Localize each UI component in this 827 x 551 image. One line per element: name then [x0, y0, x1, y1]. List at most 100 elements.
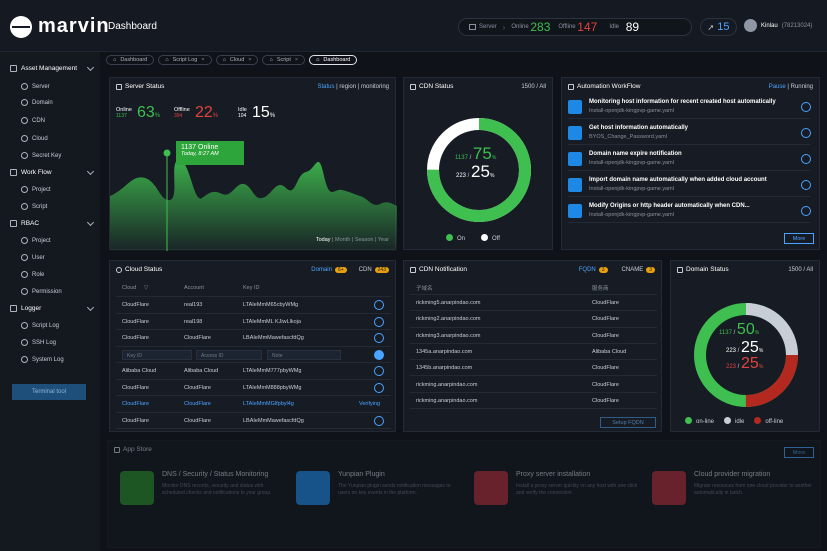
workflow-item[interactable]: Get host information automatically BYOS_C… [568, 123, 811, 145]
refresh-icon[interactable] [374, 415, 384, 426]
workflow-item[interactable]: Domain name expire notification Install-o… [568, 149, 811, 171]
sidebar-item-cloud[interactable]: Cloud [0, 130, 100, 147]
fqdn-filter[interactable]: FQDN [579, 267, 596, 273]
table-row[interactable]: CloudFlare real193 LTAIeMmM65cbyWMg [116, 297, 391, 314]
play-icon[interactable] [801, 180, 811, 190]
sidebar-item-rbac[interactable]: RBAC [0, 215, 100, 232]
provider-cell: Alibaba Cloud [592, 348, 627, 355]
terminal-tool-button[interactable]: Terminal tool [12, 384, 86, 400]
table-row[interactable]: CloudFlare CloudFlare LTAIeMmM888pbyWMg [116, 380, 391, 396]
refresh-icon[interactable] [374, 316, 384, 327]
workflow-item[interactable]: Import domain name automatically when ad… [568, 175, 811, 197]
user-menu[interactable]: Kinlau (78213024) [744, 19, 812, 32]
table-row[interactable]: Key ID Access ID Note [116, 347, 391, 363]
tab-cloud[interactable]: ⌂ Cloud × [215, 55, 259, 65]
cloud-status-panel: Cloud Status Domain 6+ CDN 243 Cloud ▽ Acco… [109, 260, 396, 432]
sidebar-item-permission[interactable]: Permission [0, 283, 100, 300]
sidebar-item-logger[interactable]: Logger [0, 300, 100, 317]
access-id-input[interactable]: Access ID [196, 349, 262, 360]
table-row[interactable]: 1345a.anarpindao.com Alibaba Cloud [410, 344, 657, 361]
close-icon[interactable]: × [295, 57, 298, 63]
table-row[interactable]: rickming.anarpindao.com CloudFlare [410, 393, 657, 410]
sidebar-item-script-log[interactable]: Script Log [0, 317, 100, 334]
table-row[interactable]: rickming2.anarpindao.com CloudFlare [410, 311, 657, 328]
running-link[interactable]: Running [791, 84, 813, 90]
play-icon[interactable] [801, 102, 811, 112]
table-row[interactable]: rickming5.anarpindao.com CloudFlare [410, 295, 657, 312]
setup-fqdn-button[interactable]: Setup FQDN [600, 417, 656, 428]
account-cell: CloudFlare [184, 335, 211, 341]
close-icon[interactable]: × [201, 57, 204, 63]
table-row[interactable]: CloudFlare CloudFlare LBAIeMmMawefascfdQg [116, 330, 391, 347]
tab-dashboard[interactable]: ⌂ Dashboard [309, 55, 358, 65]
sidebar-item-user[interactable]: User [0, 249, 100, 266]
play-icon[interactable] [801, 154, 811, 164]
page-icon [21, 271, 28, 278]
table-row[interactable]: rickming.anarpindao.com CloudFlare [410, 377, 657, 393]
tab-dashboard[interactable]: ⌂ Dashboard [106, 55, 155, 65]
logo-icon [10, 15, 32, 38]
note-input[interactable]: Note [267, 349, 341, 360]
page-icon [21, 152, 28, 159]
close-icon[interactable]: × [248, 57, 251, 63]
sidebar-item-secret-key[interactable]: Secret Key [0, 147, 100, 164]
sidebar-item-cdn[interactable]: CDN [0, 112, 100, 129]
refresh-icon[interactable] [374, 366, 384, 376]
more-button[interactable]: More [784, 233, 814, 244]
status-badge: Verifying [359, 401, 381, 407]
table-row[interactable]: 1345b.anarpindao.com CloudFlare [410, 360, 657, 377]
page-icon [21, 288, 28, 295]
play-icon[interactable] [801, 128, 811, 138]
play-icon[interactable] [801, 206, 811, 216]
app-icon [120, 471, 154, 505]
chevron-down-icon [86, 63, 95, 72]
workflow-item[interactable]: Modify Origins or http header automatica… [568, 201, 811, 223]
pause-link[interactable]: Pause [769, 84, 786, 90]
sidebar-item-asset-management[interactable]: Asset Management [0, 60, 100, 77]
tab-script-log[interactable]: ⌂ Script Log × [158, 55, 212, 65]
key-id-input[interactable]: Key ID [122, 349, 192, 360]
refresh-icon[interactable] [374, 382, 384, 393]
page-icon [21, 117, 28, 124]
sidebar-item-work-flow[interactable]: Work Flow [0, 164, 100, 181]
cname-filter[interactable]: CNAME [622, 267, 644, 273]
app-card[interactable]: Proxy server installation Install a proxy… [474, 471, 644, 541]
refresh-icon[interactable] [374, 300, 384, 310]
table-row[interactable]: CloudFlare real198 LTAIeMmML KJiwLlkoja [116, 314, 391, 330]
sidebar-item-role[interactable]: Role [0, 266, 100, 283]
refresh-icon[interactable] [374, 333, 384, 343]
send-icon[interactable] [374, 349, 384, 360]
sidebar-item-server[interactable]: Server [0, 78, 100, 95]
cdn-filter[interactable]: CDN [359, 267, 372, 273]
sidebar-item-system-log[interactable]: System Log [0, 351, 100, 368]
app-card[interactable]: Cloud provider migration Migrate resource… [652, 471, 822, 541]
filter-icon[interactable]: ▽ [144, 285, 148, 291]
table-row[interactable]: CloudFlare CloudFlare LTAIeMmMGlfpbyl4g Ver… [116, 396, 391, 413]
page-icon [21, 339, 28, 346]
table-row[interactable]: Alibaba Cloud Alibaba Cloud LTAIeMmM777pby… [116, 363, 391, 380]
folder-icon [10, 169, 17, 176]
page-icon [21, 99, 28, 106]
home-icon: ⌂ [222, 57, 226, 63]
workflow-item[interactable]: Monitoring host information for recent c… [568, 97, 811, 119]
provider-cell: CloudFlare [592, 381, 619, 388]
sidebar-item-script[interactable]: Script [0, 198, 100, 215]
key-cell: LBAIeMmMawefascfdQg [243, 335, 304, 341]
server-summary[interactable]: Server › Online 283 Offline 147 Idle 89 [458, 18, 692, 36]
provider-cell: CloudFlare [592, 365, 619, 372]
workflow-item-icon [568, 178, 582, 192]
sidebar-item-project[interactable]: Project [0, 232, 100, 249]
app-card[interactable]: DNS / Security / Status Monitoring Monito… [120, 471, 290, 541]
app-card[interactable]: Yunpian Plugin The Yunpian plugin sends n… [296, 471, 466, 541]
more-button[interactable]: More [784, 447, 814, 458]
table-row[interactable]: CloudFlare CloudFlare LBAIeMmMawefascfdQg [116, 413, 391, 429]
sidebar-item-domain[interactable]: Domain [0, 94, 100, 111]
table-row[interactable]: rickming3.anarpindao.com CloudFlare [410, 328, 657, 344]
notifications-button[interactable]: ➚ 15 [700, 18, 737, 36]
domain-filter[interactable]: Domain [311, 267, 332, 273]
logo[interactable]: marvin [10, 15, 110, 38]
tab-script[interactable]: ⌂ Script × [262, 55, 306, 65]
sidebar-item-ssh-log[interactable]: SSH Log [0, 334, 100, 351]
domain-cell: rickming2.anarpindao.com [416, 316, 481, 323]
sidebar-item-project[interactable]: Project [0, 181, 100, 198]
